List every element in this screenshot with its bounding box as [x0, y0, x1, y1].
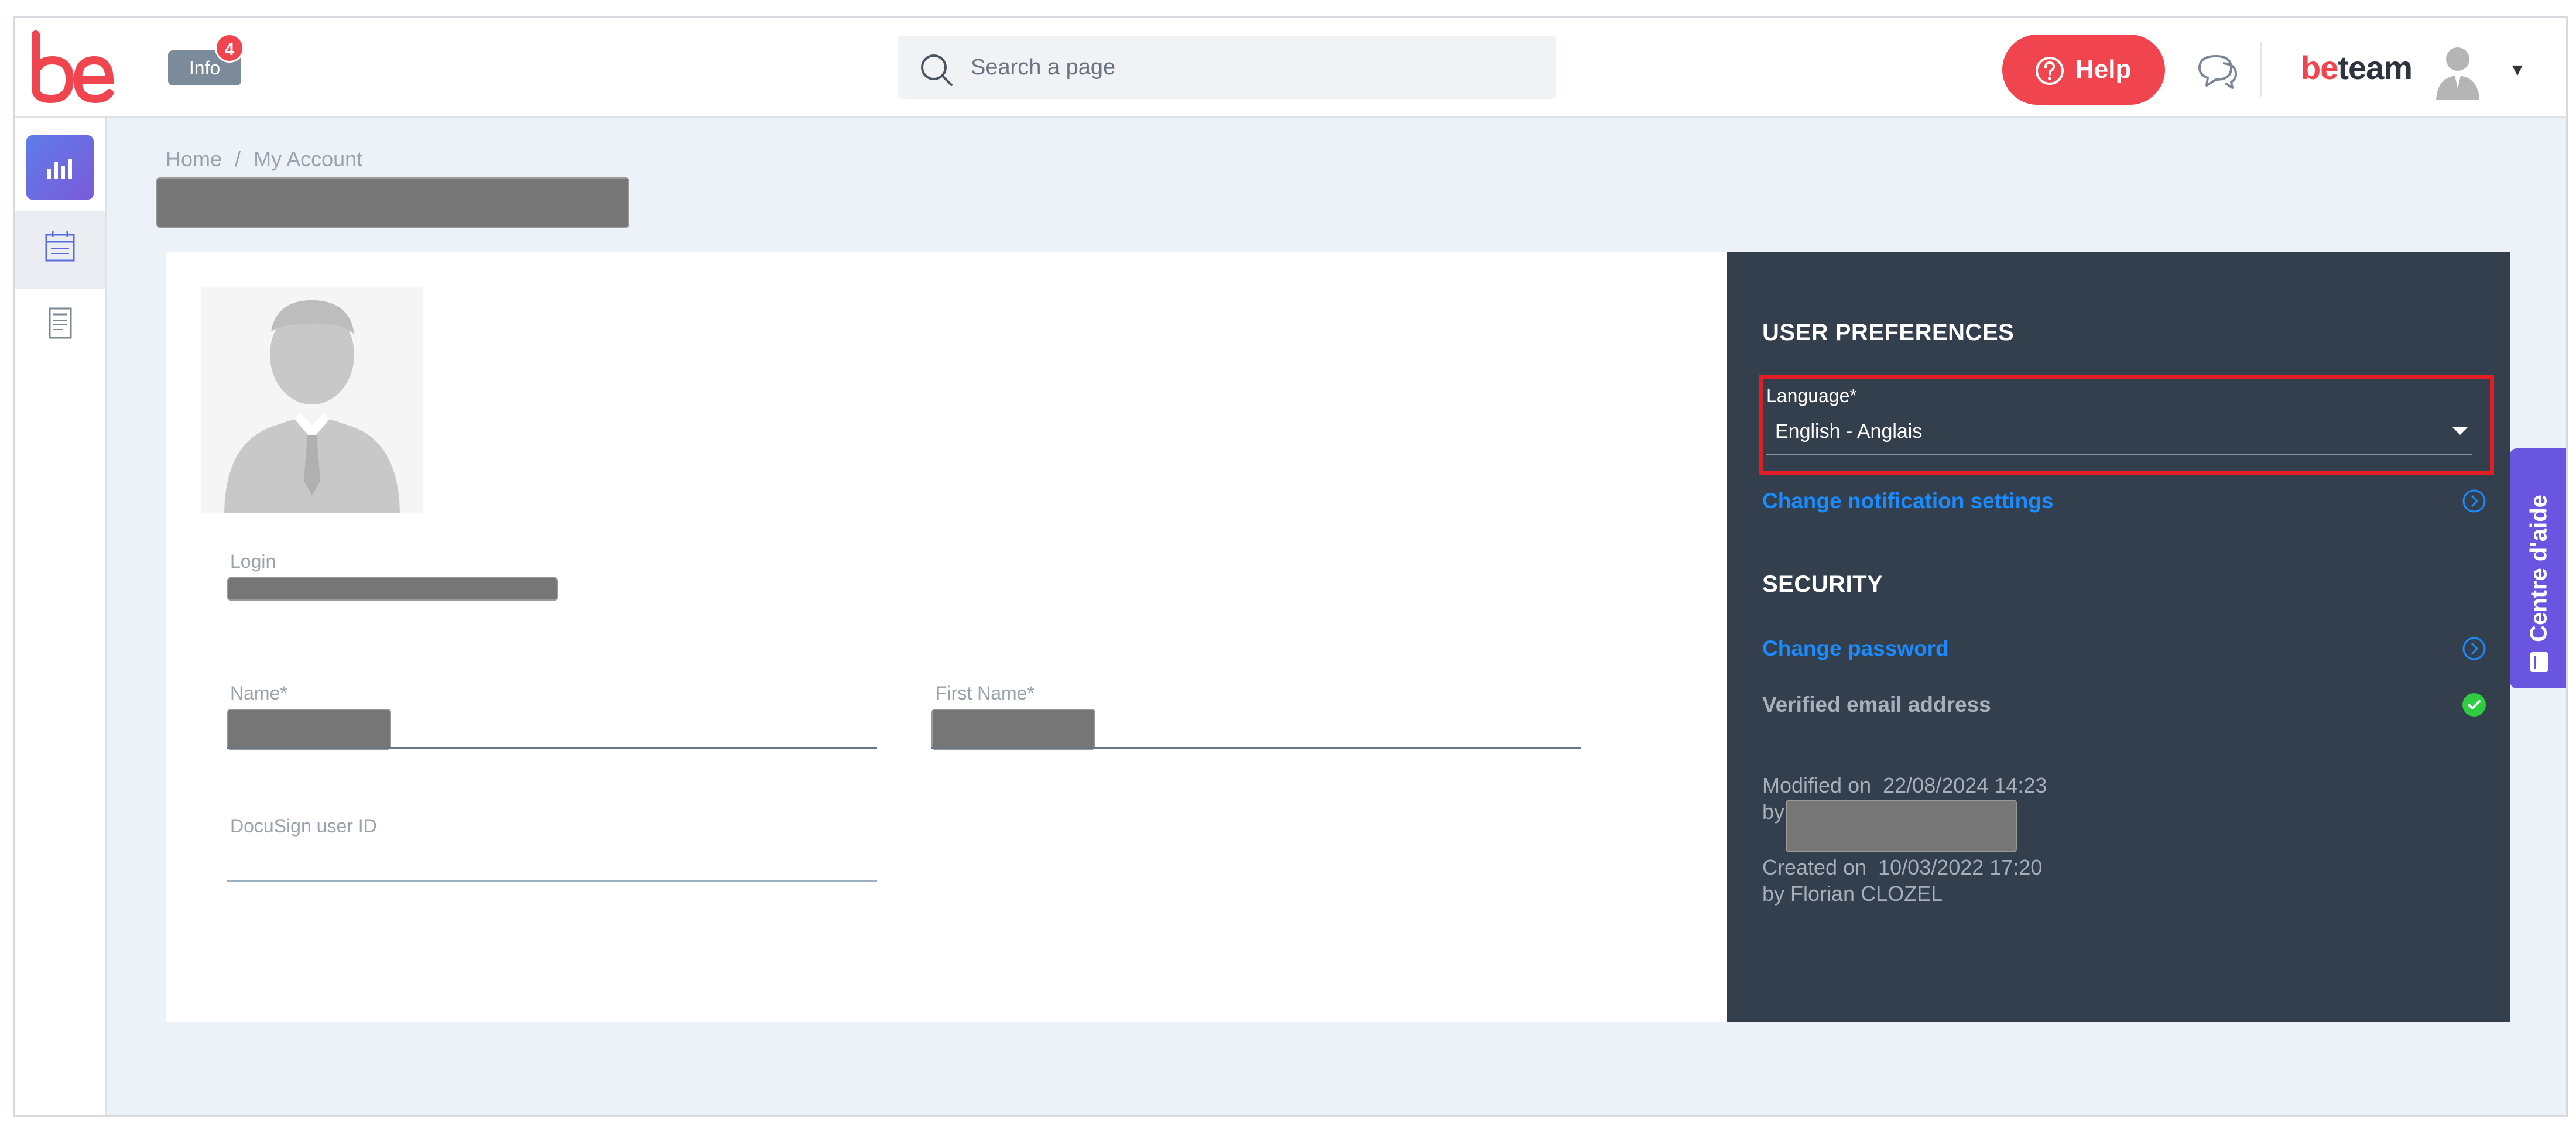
- breadcrumb: Home / My Account: [166, 147, 362, 172]
- book-icon: [2530, 652, 2548, 672]
- search-placeholder: Search a page: [971, 55, 1116, 80]
- calendar-icon: [45, 231, 75, 262]
- modified-date: 22/08/2024 14:23: [1883, 773, 2047, 797]
- change-password-link[interactable]: Change password: [1762, 636, 1949, 661]
- created-date: 10/03/2022 17:20: [1878, 855, 2043, 879]
- dashboard-button[interactable]: [26, 135, 94, 200]
- help-label: Help: [2075, 55, 2132, 84]
- modified-by-label: by: [1762, 800, 1785, 824]
- modified-info: Modified on 22/08/2024 14:23: [1762, 773, 2047, 798]
- app-window: Info 4 Search a page Help beteam ▼ Home …: [13, 16, 2568, 1117]
- sidebar-item-calendar[interactable]: [15, 211, 105, 289]
- chevron-right-circle-icon[interactable]: [2462, 636, 2486, 661]
- beteam-brand: beteam: [2301, 49, 2413, 86]
- name-field-underline[interactable]: [227, 747, 877, 749]
- brand-team: team: [2338, 49, 2413, 86]
- login-label: Login: [230, 551, 276, 572]
- created-by: by Florian CLOZEL: [1762, 882, 1943, 906]
- search-icon: [921, 54, 953, 86]
- language-label: Language*: [1766, 385, 1857, 406]
- modified-by-redacted: [1786, 800, 2017, 852]
- language-select[interactable]: English - Anglais: [1775, 420, 1922, 443]
- preferences-panel: USER PREFERENCES Language* English - Ang…: [1727, 252, 2510, 1022]
- language-underline: [1766, 454, 2472, 455]
- chevron-right-circle-icon[interactable]: [2462, 489, 2486, 513]
- help-center-tab[interactable]: Centre d'aide: [2510, 448, 2566, 688]
- created-label: Created on: [1762, 855, 1867, 879]
- question-circle-icon: [2036, 57, 2064, 85]
- first-name-value-redacted: [931, 709, 1095, 750]
- chat-bubbles-icon[interactable]: [2194, 50, 2241, 91]
- user-menu-caret-icon[interactable]: ▼: [2509, 60, 2526, 80]
- person-silhouette-icon: [224, 300, 400, 513]
- brand-be: be: [2301, 49, 2338, 86]
- breadcrumb-home[interactable]: Home: [166, 147, 222, 171]
- name-value-redacted: [227, 709, 391, 750]
- help-button[interactable]: Help: [2002, 35, 2165, 105]
- verified-check-icon: [2462, 693, 2486, 717]
- profile-photo[interactable]: [201, 287, 423, 513]
- dropdown-caret-icon[interactable]: [2452, 427, 2468, 435]
- be-logo[interactable]: [28, 30, 115, 106]
- document-icon: [49, 307, 72, 339]
- first-name-field-underline[interactable]: [931, 747, 1581, 749]
- change-notification-settings-link[interactable]: Change notification settings: [1762, 489, 2053, 513]
- bar-chart-icon: [47, 159, 72, 179]
- verified-email-label: Verified email address: [1762, 693, 1991, 717]
- sidebar: [15, 118, 107, 1115]
- user-avatar-icon[interactable]: [2431, 42, 2484, 100]
- help-center-label: Centre d'aide: [2526, 495, 2552, 642]
- top-header: Info 4 Search a page Help beteam ▼: [15, 18, 2566, 118]
- first-name-label: First Name*: [936, 683, 1034, 704]
- name-label: Name*: [230, 683, 287, 704]
- account-card: Login Name* First Name* DocuSign user ID: [166, 252, 1729, 1022]
- header-divider: [2260, 42, 2262, 97]
- breadcrumb-separator: /: [235, 147, 241, 171]
- modified-label: Modified on: [1762, 773, 1872, 797]
- search-input[interactable]: Search a page: [898, 36, 1556, 99]
- sidebar-item-dashboard[interactable]: [15, 118, 105, 200]
- info-count-badge: 4: [215, 33, 244, 63]
- docusign-label: DocuSign user ID: [230, 815, 377, 837]
- user-preferences-title: USER PREFERENCES: [1762, 320, 2015, 345]
- breadcrumb-current: My Account: [254, 147, 363, 171]
- login-value-redacted: [227, 577, 558, 601]
- docusign-field-underline[interactable]: [227, 880, 877, 882]
- page-title-redacted: [156, 177, 629, 228]
- sidebar-item-report[interactable]: [15, 289, 105, 366]
- security-title: SECURITY: [1762, 571, 1883, 597]
- language-select-highlight: Language* English - Anglais: [1759, 375, 2494, 475]
- created-info: Created on 10/03/2022 17:20: [1762, 855, 2042, 880]
